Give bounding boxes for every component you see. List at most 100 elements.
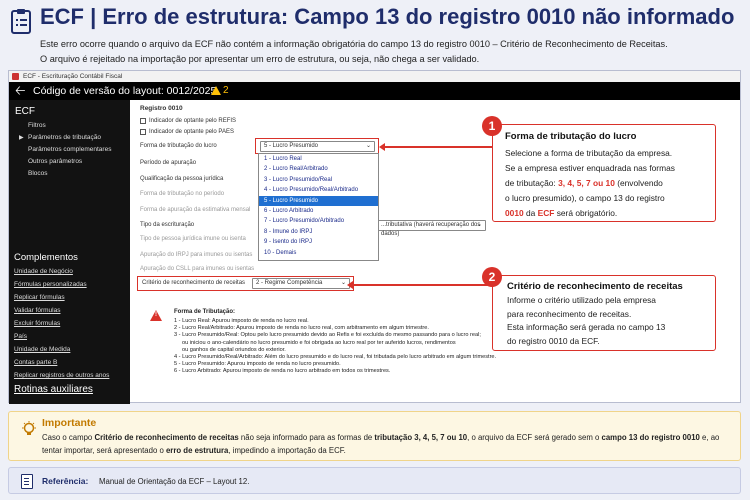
caret-right-icon: ▶ bbox=[19, 135, 24, 141]
app-icon bbox=[12, 73, 19, 80]
callout-2-line: do registro 0010 da ECF. bbox=[507, 335, 600, 346]
callout-2-line: Informe o critério utilizado pela empres… bbox=[507, 295, 656, 305]
page-title: ECF | Erro de estrutura: Campo 13 do reg… bbox=[40, 4, 735, 29]
text: da bbox=[523, 208, 538, 218]
callout-2-body: Informe o critério utilizado pela empres… bbox=[507, 294, 712, 348]
warning-icon[interactable] bbox=[211, 86, 221, 95]
window-titlebar: ECF - Escrituração Contábil Fiscal bbox=[9, 71, 740, 82]
note-line: ou iniciou o ano-calendário no lucro pre… bbox=[182, 339, 456, 346]
warning-count[interactable]: 2 bbox=[223, 82, 229, 100]
link-unidade-negocio[interactable]: Unidade de Negócio bbox=[14, 268, 73, 275]
sidebar-item-parametros-complementares[interactable]: Parâmetros complementares bbox=[28, 146, 111, 153]
bold-text: erro de estrutura bbox=[165, 446, 229, 455]
dropdown-option[interactable]: 4 - Lucro Presumido/Real/Arbitrado bbox=[259, 185, 378, 195]
link-pais[interactable]: País bbox=[14, 333, 27, 340]
connector-line-2 bbox=[353, 284, 492, 286]
lightbulb-icon bbox=[22, 421, 36, 435]
paes-label: Indicador de optante pelo PAES bbox=[149, 129, 234, 135]
dropdown-option[interactable]: 9 - Isento do IRPJ bbox=[259, 237, 378, 247]
text: , o arquivo da ECF será gerado sem o bbox=[467, 433, 602, 442]
text: (envolvendo bbox=[614, 178, 663, 188]
paes-checkbox[interactable] bbox=[140, 129, 146, 135]
forma-tributacao-dropdown: 1 - Lucro Real 2 - Lucro Real/Arbitrado … bbox=[258, 153, 379, 261]
callout-1-line: de tributação: 3, 4, 5, 7 ou 10 (envolve… bbox=[505, 176, 710, 191]
document-icon bbox=[21, 474, 33, 489]
note-line: 4 - Lucro Presumido/Real/Arbitrado: Além… bbox=[174, 354, 497, 361]
dropdown-option[interactable]: 1 - Lucro Real bbox=[259, 154, 378, 164]
sidebar-item-filtros[interactable]: Filtros bbox=[28, 122, 46, 129]
refis-checkbox[interactable] bbox=[140, 118, 146, 124]
arrow-left-icon bbox=[379, 143, 385, 151]
app-window: ECF - Escrituração Contábil Fiscal 🡠 Cód… bbox=[8, 70, 741, 404]
section-title: Registro 0010 bbox=[140, 105, 183, 112]
note-line: 1 - Lucro Real: Apurou imposto de renda … bbox=[174, 318, 309, 324]
note-line: ou ganhos de capital oriundos do exterio… bbox=[182, 346, 286, 353]
callout-1-line: Se a empresa estiver enquadrada nas form… bbox=[505, 163, 675, 173]
highlight-box-1 bbox=[255, 138, 379, 154]
layout-version: Código de versão do layout: 0012/2025 bbox=[33, 85, 217, 97]
link-formulas-personalizadas[interactable]: Fórmulas personalizadas bbox=[14, 281, 87, 288]
qualificacao-label: Qualificação da pessoa jurídica bbox=[140, 176, 224, 182]
callout-2-line: para reconhecimento de receitas. bbox=[507, 308, 632, 319]
link-excluir-formulas[interactable]: Excluir fórmulas bbox=[14, 320, 60, 327]
alert-icon: ! bbox=[150, 310, 162, 321]
step-badge-2: 2 bbox=[482, 267, 502, 287]
note-line: 6 - Lucro Arbitrado: Apurou imposto de r… bbox=[174, 368, 391, 375]
bold-text: tributação 3, 4, 5, 7 ou 10 bbox=[374, 433, 468, 442]
link-contas-parte-b[interactable]: Contas parte B bbox=[14, 359, 57, 366]
note-lines: 1 - Lucro Real: Apurou imposto de renda … bbox=[174, 318, 496, 376]
importante-box: Importante Caso o campo Critério de reco… bbox=[8, 411, 741, 461]
referencia-value: Manual de Orientação da ECF – Layout 12. bbox=[99, 477, 250, 486]
link-validar-formulas[interactable]: Validar fórmulas bbox=[14, 307, 60, 314]
link-unidade-medida[interactable]: Unidade de Medida bbox=[14, 346, 70, 353]
tipo-escrituracao-value: ...tributativa (haverá recuperação dos d… bbox=[381, 222, 481, 237]
dropdown-option[interactable]: 7 - Lucro Presumido/Arbitrado bbox=[259, 216, 378, 226]
note-line: 2 - Lucro Real/Arbitrado: Apurou imposto… bbox=[174, 325, 429, 332]
connector-line-1 bbox=[385, 146, 492, 148]
sidebar: ECF Filtros ▶ Parâmetros de tributação P… bbox=[9, 100, 130, 404]
dropdown-option[interactable]: 10 - Demais bbox=[259, 248, 378, 258]
link-rotinas-auxiliares[interactable]: Rotinas auxiliares bbox=[14, 384, 93, 395]
intro-text: Este erro ocorre quando o arquivo da ECF… bbox=[40, 37, 740, 67]
text: Caso o campo bbox=[42, 433, 95, 442]
sidebar-item-blocos[interactable]: Blocos bbox=[28, 170, 48, 177]
callout-1-body: Selecione a forma de tributação da empre… bbox=[505, 146, 710, 221]
dropdown-option[interactable]: 8 - Imune do IRPJ bbox=[259, 227, 378, 237]
dropdown-option[interactable]: 2 - Lucro Real/Arbitrado bbox=[259, 164, 378, 174]
intro-line-2: O arquivo é rejeitado na importação por … bbox=[40, 54, 480, 64]
sidebar-item-parametros-tributacao[interactable]: Parâmetros de tributação bbox=[28, 134, 101, 141]
text: será obrigatório. bbox=[554, 208, 618, 218]
importante-heading: Importante bbox=[42, 417, 97, 429]
bold-text: campo 13 do registro 0010 bbox=[601, 433, 700, 442]
forma-periodo-label: Forma de tributação no período bbox=[140, 191, 225, 197]
dropdown-option[interactable]: 6 - Lucro Arbitrado bbox=[259, 206, 378, 216]
forma-tributacao-label: Forma de tributação do lucro bbox=[140, 143, 217, 149]
criterio-value: 2 - Regime Competência bbox=[256, 280, 323, 286]
intro-line-1: Este erro ocorre quando o arquivo da ECF… bbox=[40, 39, 668, 49]
link-replicar-formulas[interactable]: Replicar fórmulas bbox=[14, 294, 65, 301]
periodo-label: Período de apuração bbox=[140, 160, 197, 166]
callout-1-line: Selecione a forma de tributação da empre… bbox=[505, 148, 673, 158]
highlight-text: 0010 bbox=[505, 208, 524, 218]
dropdown-option-selected[interactable]: 5 - Lucro Presumido bbox=[259, 195, 378, 206]
back-arrow-icon[interactable]: 🡠 bbox=[15, 82, 26, 100]
link-replicar-registros[interactable]: Replicar registros de outros anos bbox=[14, 372, 109, 379]
note-line: 5 - Lucro Presumido: Apurou imposto de r… bbox=[174, 361, 341, 368]
callout-1-line: 0010 da ECF será obrigatório. bbox=[505, 206, 710, 221]
complementos-heading: Complementos bbox=[14, 252, 78, 263]
toolbar: 🡠 Código de versão do layout: 0012/2025 … bbox=[9, 82, 740, 100]
dropdown-option[interactable]: 3 - Lucro Presumido/Real bbox=[259, 175, 378, 185]
arrow-left-icon bbox=[347, 281, 353, 289]
sidebar-item-outros-parametros[interactable]: Outros parâmetros bbox=[28, 158, 82, 165]
step-badge-1: 1 bbox=[482, 116, 502, 136]
criterio-select[interactable]: 2 - Regime Competência ⌄ bbox=[252, 278, 350, 289]
window-title: ECF - Escrituração Contábil Fiscal bbox=[23, 73, 123, 80]
callout-1-line: o lucro presumido), o campo 13 do regist… bbox=[505, 193, 665, 203]
highlight-text: ECF bbox=[537, 208, 555, 218]
note-title: Forma de Tributação: bbox=[174, 309, 236, 315]
criterio-label: Critério de reconhecimento de receitas bbox=[142, 280, 246, 286]
bold-text: Critério de reconhecimento de receitas bbox=[94, 433, 239, 442]
callout-2-title: Critério de reconhecimento de receitas bbox=[507, 281, 683, 292]
referencia-box: Referência: Manual de Orientação da ECF … bbox=[8, 467, 741, 494]
text: , impedindo a importação da ECF. bbox=[228, 446, 346, 455]
